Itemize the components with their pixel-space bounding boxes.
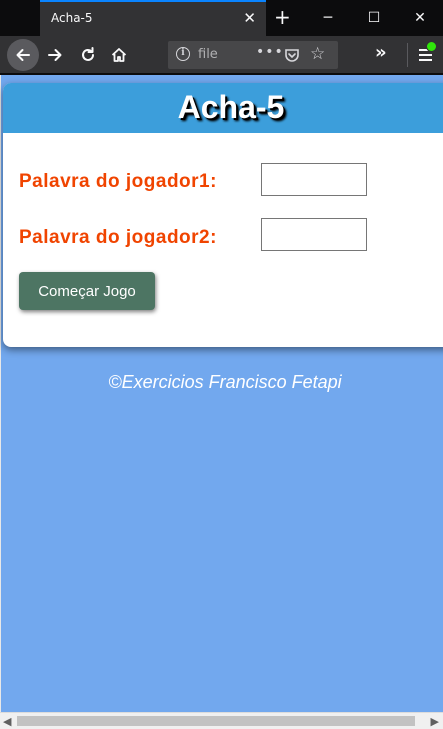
- maximize-button[interactable]: ☐: [351, 0, 397, 36]
- update-badge-icon: [426, 41, 437, 52]
- menu-icon[interactable]: [416, 41, 437, 66]
- card-header: Acha-5: [3, 83, 443, 133]
- url-text[interactable]: file: [198, 47, 218, 62]
- page-viewport: Acha-5 Palavra do jogador1: Palavra do j…: [0, 75, 443, 712]
- star-icon[interactable]: ☆: [310, 44, 325, 64]
- forward-arrow-icon[interactable]: [44, 44, 66, 66]
- scroll-left-icon[interactable]: ◀: [3, 715, 11, 728]
- tab-title: Acha-5: [51, 11, 93, 25]
- minimize-button[interactable]: ─: [305, 0, 351, 36]
- player1-input[interactable]: [261, 163, 367, 196]
- player2-label: Palavra do jogador2:: [19, 227, 217, 248]
- info-icon[interactable]: i: [176, 47, 190, 61]
- browser-tab[interactable]: Acha-5 ✕: [40, 0, 266, 36]
- player1-label: Palavra do jogador1:: [19, 171, 217, 192]
- toolbar-separator: [407, 43, 408, 67]
- page-actions-icon[interactable]: •••: [256, 44, 284, 60]
- horizontal-scrollbar[interactable]: ◀ ▶: [0, 712, 443, 729]
- overflow-menu-icon[interactable]: »: [375, 42, 387, 63]
- scroll-right-icon[interactable]: ▶: [431, 715, 439, 728]
- tab-close-icon[interactable]: ✕: [243, 10, 256, 26]
- close-window-button[interactable]: ✕: [397, 0, 443, 36]
- url-bar[interactable]: i file ••• ☆: [168, 41, 338, 69]
- navigation-toolbar: i file ••• ☆ »: [0, 36, 443, 74]
- footer-credit: ©Exercicios Francisco Fetapi: [108, 372, 342, 392]
- pocket-icon[interactable]: [284, 47, 300, 67]
- player2-input[interactable]: [261, 218, 367, 251]
- new-tab-icon[interactable]: +: [274, 6, 291, 28]
- tab-strip: Acha-5 ✕ + ─ ☐ ✕: [0, 0, 443, 36]
- page-title: Acha-5: [177, 89, 285, 125]
- back-arrow-icon[interactable]: [7, 39, 39, 71]
- home-icon[interactable]: [108, 44, 130, 66]
- scrollbar-thumb[interactable]: [17, 716, 415, 726]
- game-card: Acha-5 Palavra do jogador1: Palavra do j…: [3, 83, 443, 347]
- start-game-button[interactable]: Começar Jogo: [19, 272, 155, 310]
- reload-icon[interactable]: [77, 44, 99, 66]
